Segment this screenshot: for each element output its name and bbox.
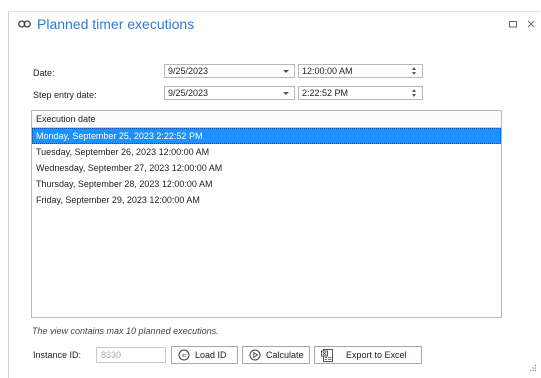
calculate-label: Calculate bbox=[266, 350, 304, 360]
spin-up-icon[interactable] bbox=[412, 67, 416, 70]
time-value: 12:00:00 AM bbox=[302, 66, 353, 76]
close-icon bbox=[527, 20, 535, 28]
step-entry-date-label: Step entry date: bbox=[33, 90, 97, 100]
maximize-button[interactable] bbox=[509, 20, 517, 28]
svg-text:ID: ID bbox=[182, 353, 187, 358]
play-icon bbox=[249, 349, 261, 361]
step-time-value: 2:22:52 PM bbox=[302, 88, 349, 98]
export-to-excel-button[interactable]: Export to Excel bbox=[314, 346, 422, 364]
instance-id-label: Instance ID: bbox=[33, 350, 82, 360]
window-controls bbox=[509, 20, 535, 28]
load-id-icon: ID bbox=[178, 349, 190, 361]
date-label: Date: bbox=[33, 68, 55, 78]
date-picker[interactable]: 9/25/2023 bbox=[164, 64, 295, 78]
close-button[interactable] bbox=[527, 20, 535, 28]
load-id-button[interactable]: ID Load ID bbox=[171, 346, 238, 364]
table-row[interactable]: Monday, September 25, 2023 2:22:52 PM bbox=[32, 128, 501, 144]
table-row[interactable]: Tuesday, September 26, 2023 12:00:00 AM bbox=[32, 144, 501, 160]
link-icon bbox=[18, 20, 31, 28]
spin-up-icon[interactable] bbox=[412, 89, 416, 92]
export-to-excel-label: Export to Excel bbox=[346, 350, 407, 360]
maximize-icon bbox=[509, 21, 517, 28]
resize-grip-icon[interactable] bbox=[529, 364, 537, 372]
load-id-label: Load ID bbox=[195, 350, 227, 360]
chevron-down-icon[interactable] bbox=[283, 92, 289, 95]
step-date-picker[interactable]: 9/25/2023 bbox=[164, 86, 295, 100]
time-spinner[interactable]: 12:00:00 AM bbox=[298, 64, 423, 78]
dialog-title: Planned timer executions bbox=[37, 16, 195, 32]
date-value: 9/25/2023 bbox=[168, 66, 209, 76]
max-executions-note: The view contains max 10 planned executi… bbox=[32, 326, 219, 336]
table-row[interactable]: Friday, September 29, 2023 12:00:00 AM bbox=[32, 192, 501, 208]
step-time-spinner[interactable]: 2:22:52 PM bbox=[298, 86, 423, 100]
step-date-value: 9/25/2023 bbox=[168, 88, 209, 98]
table-row[interactable]: Wednesday, September 27, 2023 12:00:00 A… bbox=[32, 160, 501, 176]
excel-icon bbox=[321, 348, 333, 362]
instance-id-input[interactable]: 8330 bbox=[96, 347, 166, 363]
chevron-down-icon[interactable] bbox=[283, 70, 289, 73]
execution-date-grid[interactable]: Execution date Monday, September 25, 202… bbox=[31, 110, 502, 318]
grid-column-header[interactable]: Execution date bbox=[32, 111, 501, 128]
spin-down-icon[interactable] bbox=[412, 72, 416, 75]
table-row[interactable]: Thursday, September 28, 2023 12:00:00 AM bbox=[32, 176, 501, 192]
spin-down-icon[interactable] bbox=[412, 94, 416, 97]
dialog-title-bar: Planned timer executions bbox=[18, 16, 194, 32]
calculate-button[interactable]: Calculate bbox=[242, 346, 310, 364]
